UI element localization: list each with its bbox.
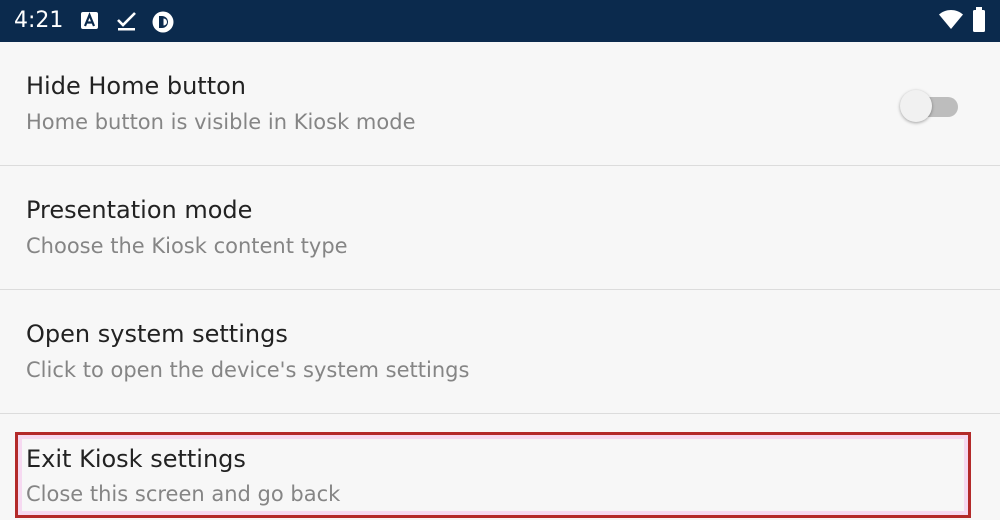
highlight-box [15,432,971,518]
status-bar: 4:21 [0,0,1000,42]
hide-home-toggle[interactable] [900,89,960,123]
setting-subtitle: Choose the Kiosk content type [26,234,348,258]
setting-title: Hide Home button [26,72,247,100]
setting-subtitle: Click to open the device's system settin… [26,358,470,382]
a-box-icon [81,12,98,29]
toggle-thumb [900,90,932,122]
setting-open-system-settings[interactable]: Open system settings Click to open the d… [0,290,1000,414]
checkmark-icon [117,12,136,31]
setting-subtitle: Home button is visible in Kiosk mode [26,110,416,134]
circle-app-icon [152,11,174,33]
setting-title: Presentation mode [26,196,253,224]
wifi-icon [939,10,963,29]
setting-presentation-mode[interactable]: Presentation mode Choose the Kiosk conte… [0,166,1000,290]
status-time: 4:21 [14,8,64,33]
battery-icon [973,7,985,32]
setting-hide-home-button[interactable]: Hide Home button Home button is visible … [0,42,1000,166]
setting-title: Open system settings [26,320,288,348]
